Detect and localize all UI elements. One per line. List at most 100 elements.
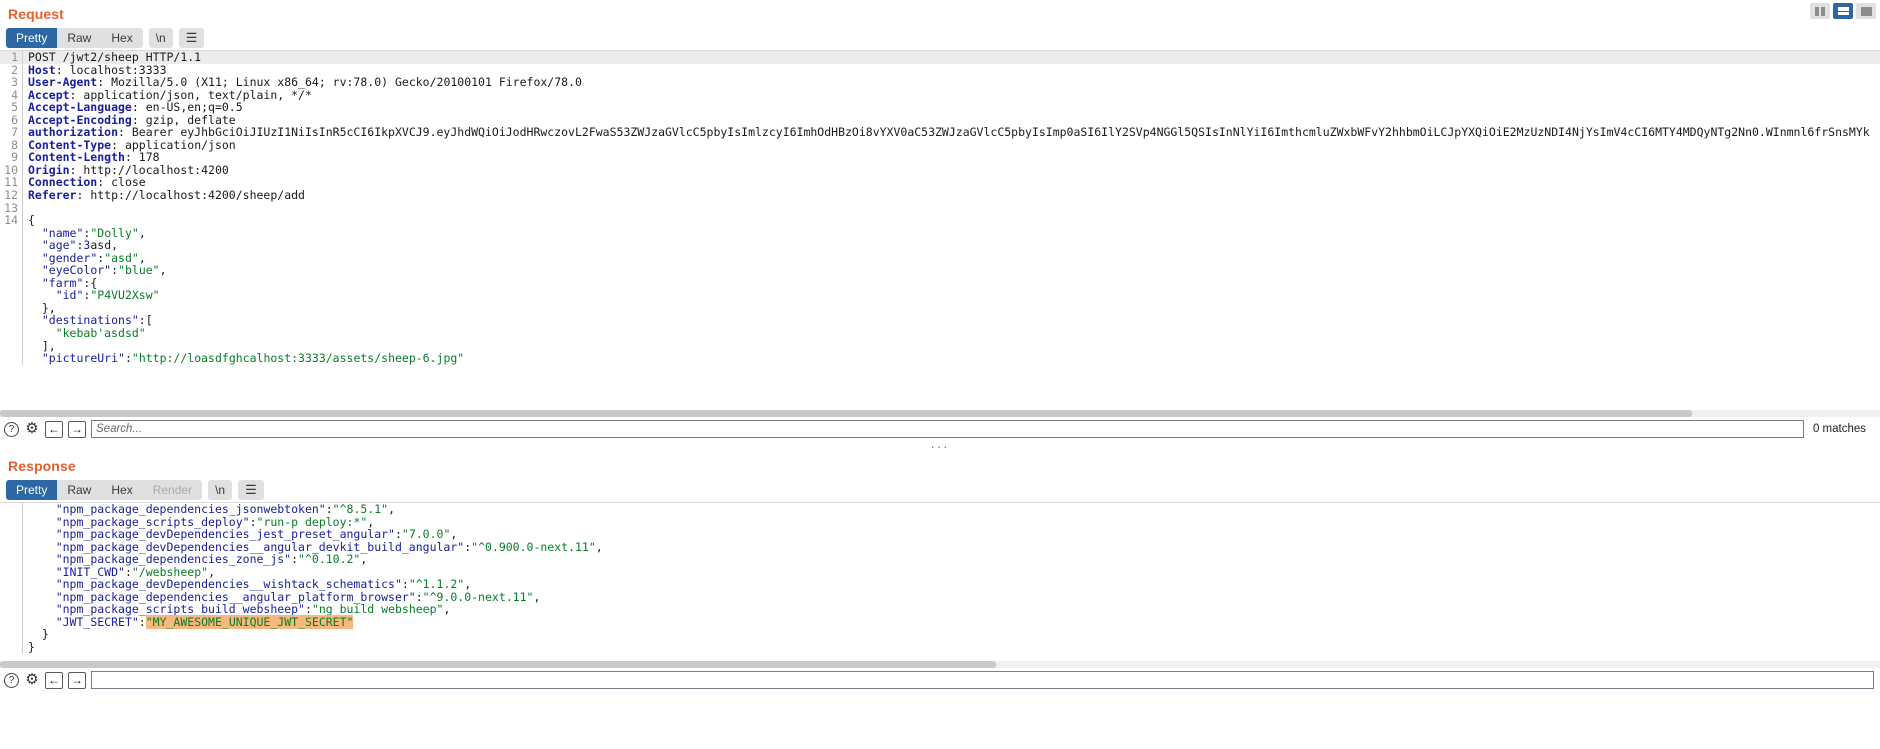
request-scrollbar-thumb[interactable]	[0, 410, 1692, 417]
code-line-content: authorization: Bearer eyJhbGciOiJIUzI1Ni…	[22, 126, 1880, 139]
line-number	[0, 591, 22, 604]
pane-splitter[interactable]: ···	[0, 439, 1880, 454]
code-line: "eyeColor":"blue",	[0, 264, 1880, 277]
code-line: 7 authorization: Bearer eyJhbGciOiJIUzI1N…	[0, 126, 1880, 139]
code-line: "id":"P4VU2Xsw"	[0, 289, 1880, 302]
code-line: 1 POST /jwt2/sheep HTTP/1.1	[0, 51, 1880, 64]
line-number: 12	[4, 188, 18, 203]
line-number	[0, 641, 22, 654]
response-tab-hex[interactable]: Hex	[101, 480, 142, 500]
line-number: 1	[11, 50, 18, 64]
code-line-content: "eyeColor":"blue",	[22, 264, 1880, 277]
search-next-button[interactable]: →	[68, 420, 86, 438]
split-vertical-icon[interactable]	[1810, 3, 1830, 19]
line-number	[0, 239, 22, 252]
line-number	[0, 541, 22, 554]
line-number	[0, 516, 22, 529]
request-search-input[interactable]	[91, 420, 1804, 438]
line-number	[0, 289, 22, 302]
line-number	[0, 578, 22, 591]
code-line-content: }	[22, 628, 1880, 642]
response-format-tabs: Pretty Raw Hex Render	[6, 480, 203, 500]
code-line: }	[0, 628, 1880, 642]
code-line-content: "id":"P4VU2Xsw"	[22, 289, 1880, 302]
line-number	[0, 603, 22, 616]
code-line-content: }	[22, 641, 1880, 654]
line-number	[0, 566, 22, 579]
code-line-content: "JWT_SECRET":"MY_AWESOME_UNIQUE_JWT_SECR…	[22, 614, 1880, 629]
response-search-bar: ? ⚙ ← →	[0, 668, 1880, 692]
request-editor[interactable]: 1 POST /jwt2/sheep HTTP/1.1 2 Host: localho…	[0, 50, 1880, 408]
code-line: },	[0, 302, 1880, 315]
layout-controls	[1810, 0, 1880, 19]
code-line: "age":3asd,	[0, 239, 1880, 252]
burp-http-message-viewer: Request Pretty Raw Hex \n ☰ 1 POST /jwt2/sh…	[0, 0, 1880, 749]
request-format-tabs: Pretty Raw Hex	[6, 28, 143, 48]
request-search-bar: ? ⚙ ← → 0 matches	[0, 417, 1880, 441]
code-line-content: "gender":"asd",	[22, 251, 1880, 265]
response-search-next-button[interactable]: →	[68, 671, 86, 689]
split-horizontal-icon[interactable]	[1833, 3, 1853, 19]
gear-icon[interactable]: ⚙	[24, 421, 40, 437]
help-icon[interactable]: ?	[4, 421, 19, 437]
line-number	[0, 340, 22, 353]
code-line: 5 Accept-Language: en-US,en;q=0.5	[0, 101, 1880, 114]
code-line-content: Content-Length: 178	[22, 151, 1880, 164]
line-number: 7	[11, 125, 18, 140]
code-line: "gender":"asd",	[0, 251, 1880, 265]
code-line-content: Referer: http://localhost:4200/sheep/add	[22, 189, 1880, 202]
code-line-content: Accept-Language: en-US,en;q=0.5	[22, 101, 1880, 114]
response-newline-button[interactable]: \n	[208, 480, 233, 500]
code-line: 4 Accept: application/json, text/plain, *…	[0, 88, 1880, 102]
code-line-content	[22, 201, 1880, 215]
line-number	[0, 616, 22, 629]
request-tab-raw[interactable]: Raw	[57, 28, 101, 48]
response-menu-button[interactable]: ☰	[238, 480, 264, 500]
line-number	[0, 314, 22, 327]
code-line-content: POST /jwt2/sheep HTTP/1.1	[22, 51, 1880, 64]
line-number	[0, 252, 22, 265]
request-tab-pretty[interactable]: Pretty	[6, 28, 58, 48]
search-prev-button[interactable]: ←	[45, 420, 63, 438]
code-line: "farm":{	[0, 277, 1880, 290]
request-menu-button[interactable]: ☰	[178, 28, 205, 48]
code-line: 8 Content-Type: application/json	[0, 139, 1880, 152]
code-line: 9 Content-Length: 178	[0, 151, 1880, 164]
line-number	[0, 327, 22, 340]
request-match-count: 0 matches	[1812, 423, 1866, 435]
code-line: 12 Referer: http://localhost:4200/sheep/a…	[0, 189, 1880, 202]
response-code-rows: "npm_package_dependencies_jsonwebtoken":…	[0, 503, 1880, 654]
code-line: "npm_package_dependencies_zone_js":"^0.1…	[0, 553, 1880, 566]
line-number	[0, 503, 22, 516]
line-number	[0, 302, 22, 315]
code-line-content: "npm_package_dependencies_zone_js":"^0.1…	[22, 553, 1880, 566]
response-editor[interactable]: "npm_package_dependencies_jsonwebtoken":…	[0, 502, 1880, 659]
line-number: 3	[11, 75, 18, 90]
request-tab-hex[interactable]: Hex	[101, 28, 142, 48]
code-line-content: "farm":{	[22, 277, 1880, 290]
response-search-input[interactable]	[91, 671, 1874, 689]
code-line: 10 Origin: http://localhost:4200	[0, 164, 1880, 177]
single-pane-icon[interactable]	[1856, 3, 1876, 19]
code-line-content: "name":"Dolly",	[22, 226, 1880, 240]
code-line-content: "kebab'asdsd"	[22, 327, 1880, 340]
line-number	[0, 628, 22, 641]
response-search-prev-button[interactable]: ←	[45, 671, 63, 689]
request-tabstrip: Pretty Raw Hex \n ☰	[0, 26, 1880, 50]
response-tabstrip: Pretty Raw Hex Render \n ☰	[0, 478, 1880, 502]
code-line-content: Accept: application/json, text/plain, */…	[22, 88, 1880, 102]
code-line: "name":"Dolly",	[0, 226, 1880, 240]
response-tab-pretty[interactable]: Pretty	[6, 480, 58, 500]
response-section-title: Response	[8, 458, 76, 474]
response-tab-raw[interactable]: Raw	[57, 480, 101, 500]
response-tab-render: Render	[152, 483, 193, 497]
request-code-rows: 1 POST /jwt2/sheep HTTP/1.1 2 Host: localho…	[0, 51, 1880, 365]
response-horizontal-scrollbar[interactable]	[0, 661, 1880, 668]
response-help-icon[interactable]: ?	[4, 672, 19, 688]
request-horizontal-scrollbar[interactable]	[0, 410, 1880, 417]
request-section-title: Request	[8, 6, 64, 22]
request-newline-button[interactable]: \n	[148, 28, 173, 48]
response-scrollbar-thumb[interactable]	[0, 661, 997, 668]
code-line: "kebab'asdsd"	[0, 327, 1880, 340]
response-gear-icon[interactable]: ⚙	[24, 672, 40, 688]
